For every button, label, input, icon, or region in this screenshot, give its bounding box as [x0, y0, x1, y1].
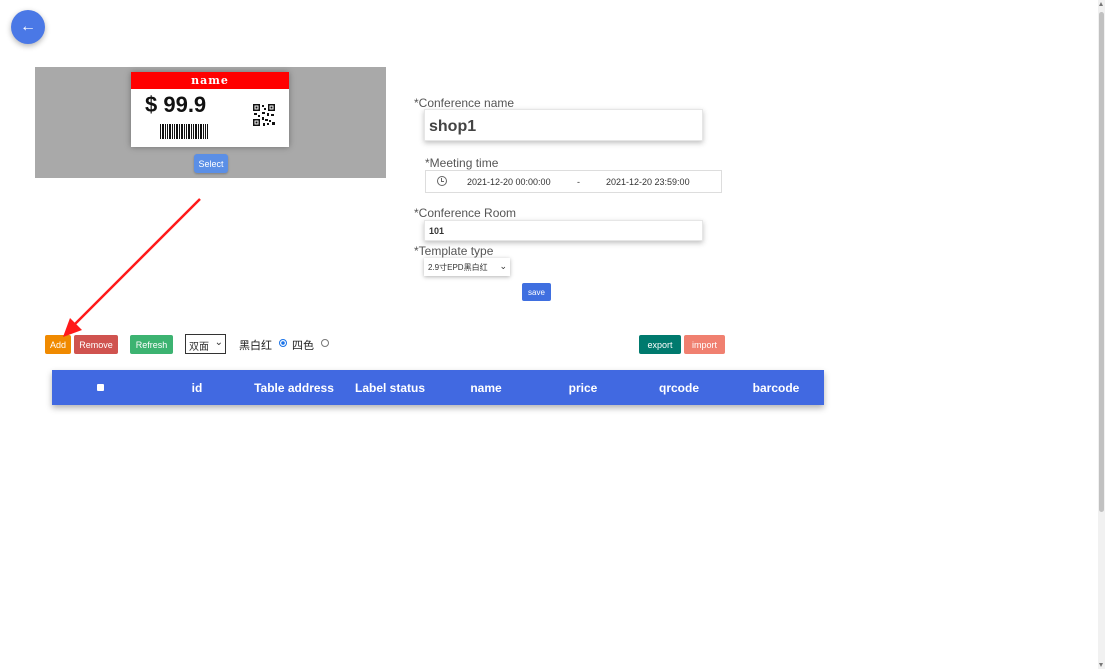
refresh-button[interactable]: Refresh	[130, 335, 173, 354]
scrollbar-thumb[interactable]	[1099, 12, 1104, 512]
color-option-2-radio[interactable]	[321, 339, 329, 347]
meeting-start-time[interactable]: 2021-12-20 00:00:00	[467, 177, 551, 187]
remove-button[interactable]: Remove	[74, 335, 118, 354]
conference-room-input[interactable]: 101	[424, 220, 703, 241]
add-button[interactable]: Add	[45, 335, 71, 354]
meeting-end-time[interactable]: 2021-12-20 23:59:00	[606, 177, 690, 187]
template-type-label: *Template type	[414, 244, 494, 258]
color-option-2-label: 四色	[292, 340, 314, 352]
scroll-up-arrow-icon[interactable]	[1099, 2, 1103, 6]
column-header-name[interactable]: name	[470, 381, 501, 395]
column-header-price[interactable]: price	[569, 381, 598, 395]
label-preview-card: name $ 99.9	[131, 72, 289, 147]
export-button[interactable]: export	[639, 335, 681, 354]
column-header-table-address[interactable]: Table address	[254, 381, 334, 395]
color-option-1-label: 黑白红	[239, 340, 272, 352]
save-button[interactable]: save	[522, 283, 551, 301]
color-option-1-radio[interactable]	[279, 339, 287, 347]
column-header-id[interactable]: id	[192, 381, 203, 395]
chevron-down-icon: ⌄	[499, 261, 507, 271]
arrow-left-icon: ←	[20, 18, 36, 35]
column-header-barcode[interactable]: barcode	[753, 381, 800, 395]
display-mode-value: 双面	[189, 342, 209, 353]
label-preview-panel: name $ 99.9 Select	[35, 67, 386, 178]
template-type-value: 2.9寸EPD黑白红	[428, 263, 488, 272]
vertical-scrollbar[interactable]	[1098, 0, 1105, 669]
conference-name-label: *Conference name	[414, 96, 515, 110]
clock-icon	[437, 176, 447, 186]
import-button[interactable]: import	[684, 335, 725, 354]
select-all-checkbox[interactable]	[97, 384, 104, 391]
label-name: name	[131, 72, 289, 89]
back-button[interactable]: ←	[11, 10, 45, 44]
barcode-icon	[160, 124, 208, 139]
display-mode-select[interactable]: 双面 ⌄	[185, 334, 226, 354]
table-header: id Table address Label status name price…	[52, 370, 824, 405]
chevron-down-icon: ⌄	[214, 337, 223, 348]
conference-room-label: *Conference Room	[414, 206, 517, 220]
scroll-down-arrow-icon[interactable]	[1099, 663, 1103, 667]
column-header-qrcode[interactable]: qrcode	[659, 381, 699, 395]
time-range-separator: -	[577, 177, 580, 187]
label-price: $ 99.9	[145, 92, 207, 117]
qrcode-icon	[253, 104, 275, 126]
meeting-time-range-picker[interactable]: 2021-12-20 00:00:00 - 2021-12-20 23:59:0…	[425, 170, 722, 193]
select-template-button[interactable]: Select	[194, 154, 228, 173]
conference-name-input[interactable]: shop1	[424, 109, 703, 141]
template-type-select[interactable]: 2.9寸EPD黑白红 ⌄	[424, 258, 510, 276]
meeting-time-label: *Meeting time	[425, 156, 499, 170]
column-header-label-status[interactable]: Label status	[355, 381, 425, 395]
